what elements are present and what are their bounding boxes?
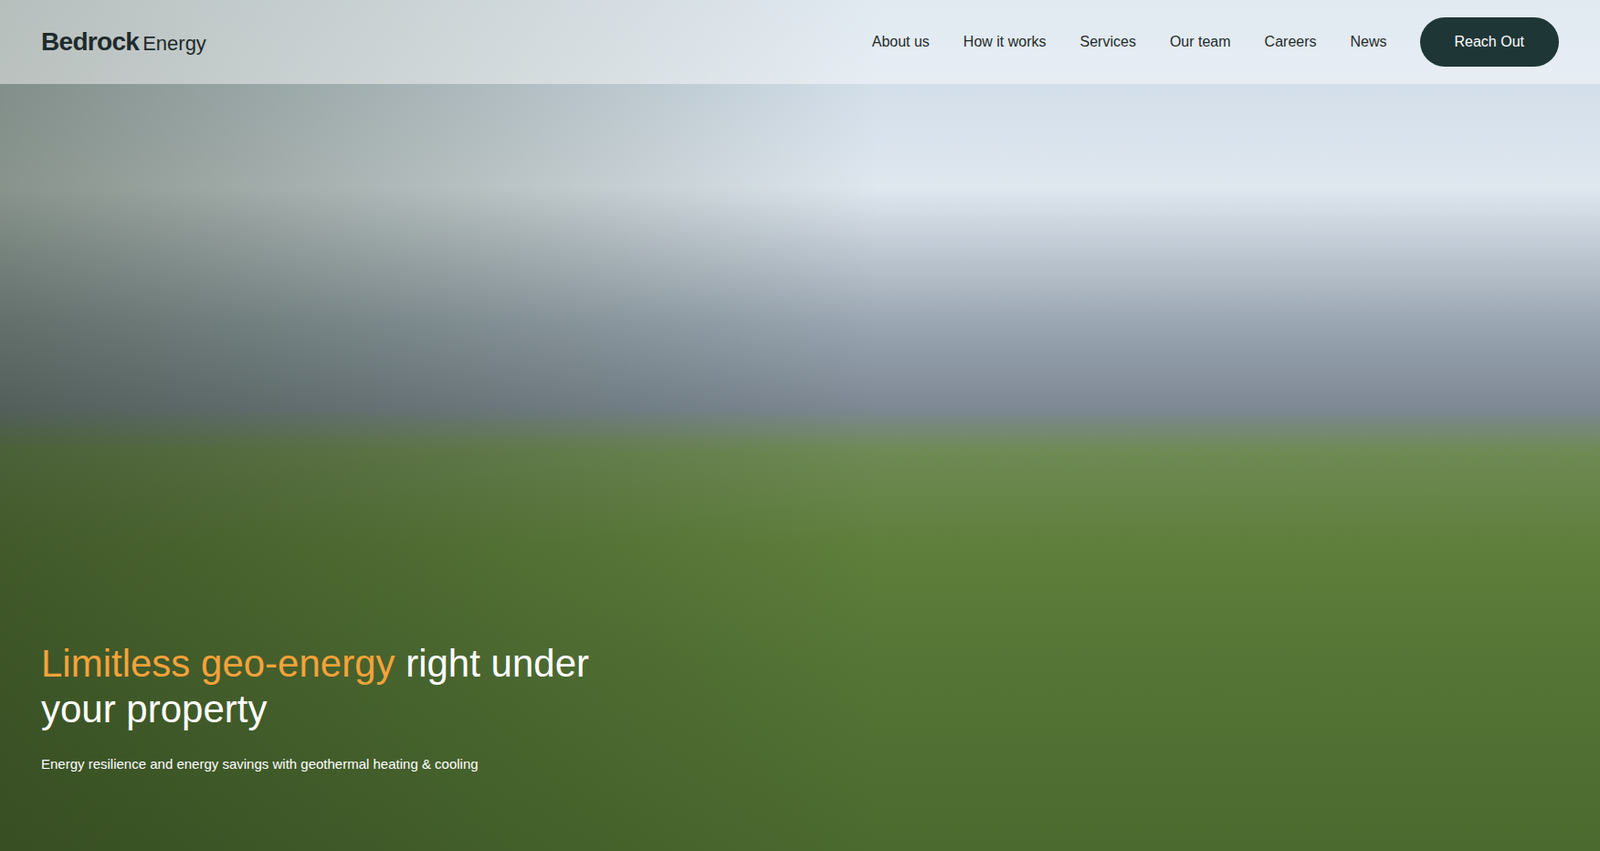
nav-link[interactable]: Services bbox=[1080, 31, 1137, 53]
nav-link[interactable]: Careers bbox=[1264, 31, 1317, 53]
site-header: BedrockEnergy About us How it works Service… bbox=[0, 0, 1600, 85]
logo-sub: Energy bbox=[142, 28, 207, 59]
nav-link[interactable]: How it works bbox=[963, 31, 1047, 53]
hero-headline: Limitless geo-energy right under your pr… bbox=[41, 641, 626, 733]
headline-highlight: Limitless geo-energy bbox=[41, 642, 396, 685]
logo-main: Bedrock bbox=[41, 22, 139, 62]
hero: Limitless geo-energy right under your pr… bbox=[0, 84, 1600, 851]
logo[interactable]: BedrockEnergy bbox=[41, 22, 207, 62]
nav-link[interactable]: Our team bbox=[1169, 31, 1232, 53]
nav-link[interactable]: News bbox=[1350, 31, 1388, 53]
header-right: About us How it works Services Our team Care… bbox=[872, 17, 1559, 67]
reach-out-button[interactable]: Reach Out bbox=[1420, 17, 1559, 67]
main-nav: About us How it works Services Our team Care… bbox=[872, 31, 1388, 53]
nav-link[interactable]: About us bbox=[872, 31, 930, 53]
hero-subtitle: Energy resilience and energy savings wit… bbox=[41, 752, 553, 777]
